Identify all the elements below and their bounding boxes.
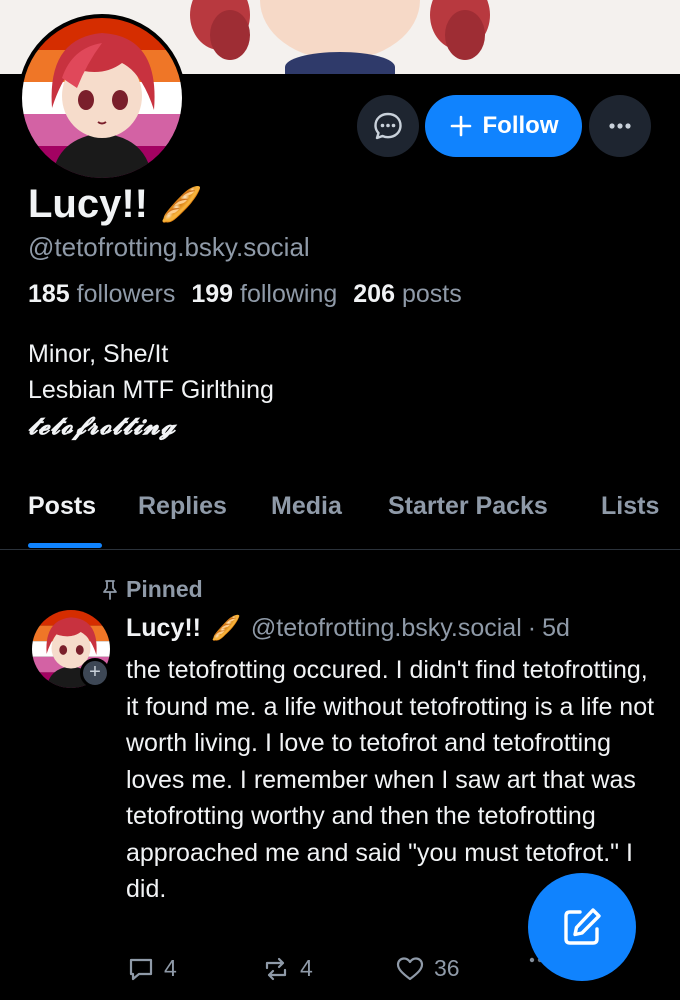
tab-lists[interactable]: Lists	[601, 492, 659, 521]
pin-icon	[103, 579, 117, 600]
chat-bubble-icon	[374, 112, 402, 140]
posts-stat: 206 posts	[353, 280, 462, 308]
compose-post-button[interactable]	[528, 873, 636, 981]
repost-button[interactable]: 4	[262, 955, 313, 982]
repost-count: 4	[300, 955, 313, 981]
post-separator: ·	[527, 614, 537, 642]
plus-icon	[450, 115, 471, 137]
follow-button[interactable]: Follow	[425, 95, 582, 157]
reply-button[interactable]: 4	[128, 955, 177, 982]
more-options-button[interactable]	[589, 95, 651, 157]
profile-stats: 185 followers 199 following 206 posts	[28, 280, 462, 309]
followers-stat[interactable]: 185 followers	[28, 280, 175, 309]
display-name-text: Lucy!!	[28, 182, 148, 226]
bio-line: Lesbian MTF Girlthing	[28, 376, 274, 404]
profile-handle: @tetofrotting.bsky.social	[28, 232, 310, 262]
post-text[interactable]: the tetofrotting occured. I didn't find …	[126, 652, 666, 908]
baguette-emoji: 🥖	[160, 185, 203, 224]
reply-icon	[129, 958, 153, 980]
follow-label: Follow	[482, 112, 559, 139]
reply-count: 4	[164, 955, 177, 981]
following-stat[interactable]: 199 following	[191, 280, 337, 309]
baguette-emoji: 🥖	[211, 615, 241, 642]
profile-tabs: Posts Replies Media Starter Packs Lists	[0, 488, 680, 550]
message-button[interactable]	[357, 95, 419, 157]
tab-replies[interactable]: Replies	[138, 492, 227, 521]
like-button[interactable]: 36	[396, 955, 460, 982]
post-header: Lucy!! 🥖 @tetofrotting.bsky.social · 5d	[126, 614, 570, 643]
pinned-label: Pinned	[126, 576, 203, 602]
avatar-image	[22, 18, 182, 178]
tab-media[interactable]: Media	[271, 492, 342, 521]
follow-author-badge[interactable]: +	[80, 658, 110, 688]
display-name: Lucy!! 🥖	[28, 182, 202, 227]
like-count: 36	[434, 955, 460, 981]
post-author-handle[interactable]: @tetofrotting.bsky.social	[251, 614, 522, 643]
compose-icon	[564, 908, 601, 945]
heart-icon	[396, 956, 424, 980]
repost-icon	[265, 957, 287, 980]
profile-avatar[interactable]	[18, 14, 186, 182]
tab-starter-packs[interactable]: Starter Packs	[388, 492, 548, 521]
post-time[interactable]: 5d	[542, 614, 570, 643]
post-author-name[interactable]: Lucy!!	[126, 614, 201, 643]
active-tab-indicator	[28, 543, 102, 548]
bio-line: Minor, She/It	[28, 340, 169, 368]
tab-posts[interactable]: Posts	[28, 492, 96, 521]
pinned-indicator: Pinned	[100, 576, 203, 603]
profile-bio: Minor, She/It Lesbian MTF Girlthing 𝓽𝓮𝓽𝓸…	[28, 336, 274, 444]
bio-line: 𝓽𝓮𝓽𝓸𝓯𝓻𝓸𝓽𝓽𝓲𝓷𝓰	[28, 411, 177, 440]
ellipsis-icon	[609, 123, 631, 129]
